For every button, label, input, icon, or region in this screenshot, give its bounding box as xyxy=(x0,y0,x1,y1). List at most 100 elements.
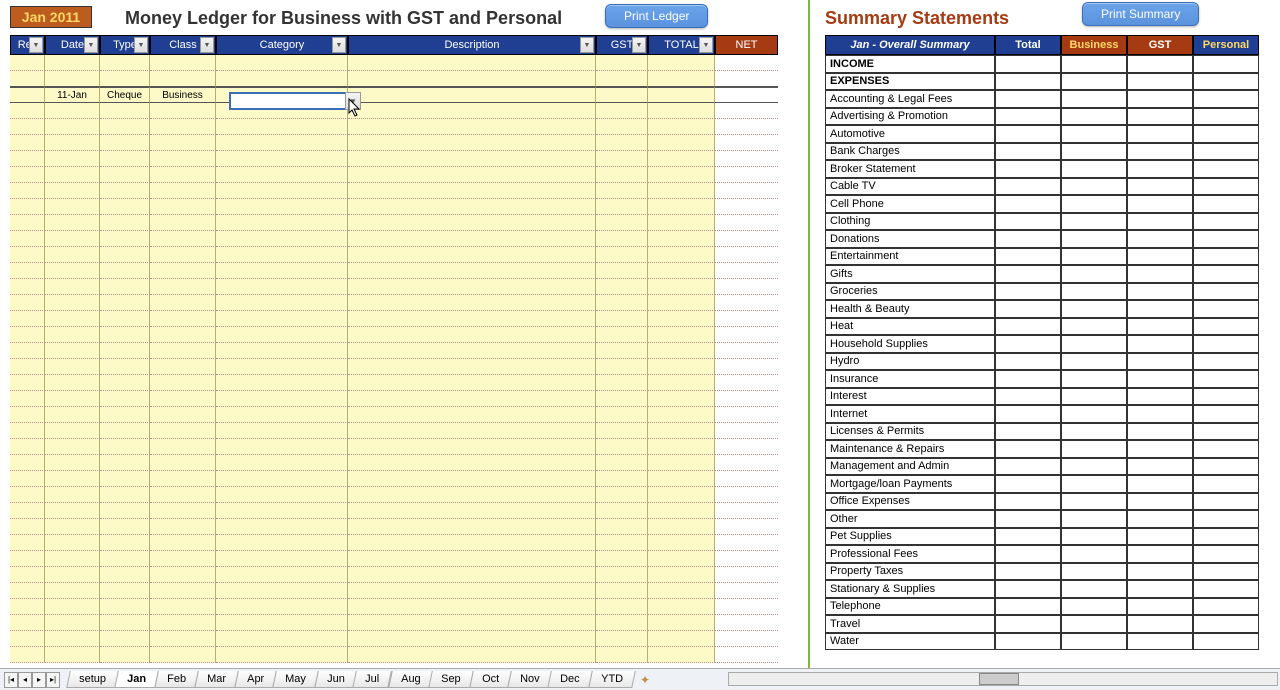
ledger-cell[interactable] xyxy=(150,135,216,151)
ledger-cell[interactable] xyxy=(648,487,715,503)
sheet-tab-dec[interactable]: Dec xyxy=(548,671,593,688)
summary-value[interactable] xyxy=(1061,248,1127,266)
print-ledger-button[interactable]: Print Ledger xyxy=(605,4,708,28)
sheet-tab-aug[interactable]: Aug xyxy=(388,671,433,688)
ledger-cell[interactable] xyxy=(150,391,216,407)
ledger-cell[interactable] xyxy=(648,535,715,551)
summary-value[interactable] xyxy=(1127,440,1193,458)
summary-value[interactable] xyxy=(995,563,1061,581)
ledger-cell[interactable] xyxy=(216,503,348,519)
ledger-cell[interactable] xyxy=(348,455,596,471)
summary-value[interactable] xyxy=(1127,353,1193,371)
ledger-cell[interactable] xyxy=(715,167,778,183)
ledger-cell[interactable] xyxy=(10,215,45,231)
summary-value[interactable] xyxy=(1127,510,1193,528)
ledger-cell[interactable] xyxy=(10,359,45,375)
col-total[interactable]: TOTAL▼ xyxy=(648,35,715,55)
ledger-cell[interactable] xyxy=(45,583,100,599)
ledger-row[interactable] xyxy=(10,615,788,631)
ledger-cell[interactable] xyxy=(348,615,596,631)
ledger-cell[interactable] xyxy=(715,631,778,647)
ledger-cell[interactable] xyxy=(715,535,778,551)
ledger-cell[interactable] xyxy=(100,183,150,199)
ledger-cell[interactable] xyxy=(10,327,45,343)
summary-value[interactable] xyxy=(995,300,1061,318)
ledger-body[interactable]: 11-JanChequeBusiness xyxy=(10,55,788,668)
ledger-row[interactable] xyxy=(10,423,788,439)
summary-value[interactable] xyxy=(1193,160,1259,178)
ledger-cell[interactable] xyxy=(596,503,648,519)
summary-value[interactable] xyxy=(1127,300,1193,318)
tab-nav-prev-icon[interactable]: ◂ xyxy=(18,672,32,688)
ledger-cell[interactable] xyxy=(715,71,778,87)
ledger-cell[interactable] xyxy=(648,519,715,535)
ledger-cell[interactable] xyxy=(596,375,648,391)
ledger-cell[interactable] xyxy=(648,631,715,647)
ledger-cell[interactable] xyxy=(10,87,45,103)
ledger-cell[interactable] xyxy=(150,103,216,119)
summary-value[interactable] xyxy=(995,335,1061,353)
ledger-cell[interactable] xyxy=(216,423,348,439)
ledger-cell[interactable] xyxy=(150,263,216,279)
ledger-cell[interactable] xyxy=(596,487,648,503)
ledger-cell[interactable] xyxy=(216,183,348,199)
summary-value[interactable] xyxy=(1193,563,1259,581)
sheet-tab-ytd[interactable]: YTD xyxy=(588,671,636,688)
summary-value[interactable] xyxy=(1193,265,1259,283)
summary-value[interactable] xyxy=(1193,178,1259,196)
ledger-cell[interactable] xyxy=(648,279,715,295)
summary-value[interactable] xyxy=(1127,633,1193,651)
ledger-cell[interactable] xyxy=(348,551,596,567)
ledger-cell[interactable] xyxy=(10,551,45,567)
ledger-cell[interactable] xyxy=(648,647,715,663)
ledger-row[interactable] xyxy=(10,199,788,215)
ledger-cell[interactable] xyxy=(10,439,45,455)
ledger-cell[interactable] xyxy=(100,295,150,311)
ledger-cell[interactable] xyxy=(10,631,45,647)
ledger-cell[interactable] xyxy=(648,439,715,455)
col-rec[interactable]: Rec▼ xyxy=(10,35,45,55)
summary-value[interactable] xyxy=(1193,615,1259,633)
summary-value[interactable] xyxy=(995,248,1061,266)
sheet-tab-oct[interactable]: Oct xyxy=(469,671,512,688)
ledger-row[interactable] xyxy=(10,487,788,503)
ledger-cell[interactable] xyxy=(648,135,715,151)
summary-value[interactable] xyxy=(1061,475,1127,493)
summary-value[interactable] xyxy=(1127,580,1193,598)
ledger-cell[interactable] xyxy=(715,151,778,167)
summary-value[interactable] xyxy=(1127,90,1193,108)
summary-value[interactable] xyxy=(995,108,1061,126)
ledger-cell[interactable] xyxy=(216,439,348,455)
ledger-cell[interactable] xyxy=(715,279,778,295)
ledger-cell[interactable] xyxy=(216,583,348,599)
ledger-cell[interactable] xyxy=(150,327,216,343)
ledger-row[interactable] xyxy=(10,71,788,87)
ledger-cell[interactable] xyxy=(715,471,778,487)
summary-value[interactable] xyxy=(1193,423,1259,441)
ledger-cell[interactable] xyxy=(715,615,778,631)
col-type[interactable]: Type▼ xyxy=(100,35,150,55)
col-description[interactable]: Description▼ xyxy=(348,35,596,55)
scrollbar-thumb[interactable] xyxy=(979,673,1019,685)
ledger-cell[interactable] xyxy=(715,135,778,151)
ledger-row[interactable] xyxy=(10,183,788,199)
ledger-cell[interactable] xyxy=(100,231,150,247)
ledger-cell[interactable] xyxy=(216,471,348,487)
ledger-cell[interactable] xyxy=(100,151,150,167)
ledger-row[interactable] xyxy=(10,503,788,519)
ledger-cell[interactable] xyxy=(45,359,100,375)
ledger-row[interactable] xyxy=(10,231,788,247)
ledger-cell[interactable] xyxy=(45,439,100,455)
summary-value[interactable] xyxy=(1127,125,1193,143)
ledger-cell[interactable] xyxy=(100,439,150,455)
ledger-cell[interactable] xyxy=(596,103,648,119)
ledger-cell[interactable] xyxy=(100,247,150,263)
ledger-cell[interactable] xyxy=(715,215,778,231)
ledger-cell[interactable] xyxy=(648,183,715,199)
sheet-tab-jan[interactable]: Jan xyxy=(114,671,159,688)
ledger-cell[interactable] xyxy=(348,279,596,295)
summary-value[interactable] xyxy=(1193,300,1259,318)
ledger-cell[interactable] xyxy=(348,439,596,455)
ledger-cell[interactable] xyxy=(216,519,348,535)
summary-value[interactable] xyxy=(1193,248,1259,266)
